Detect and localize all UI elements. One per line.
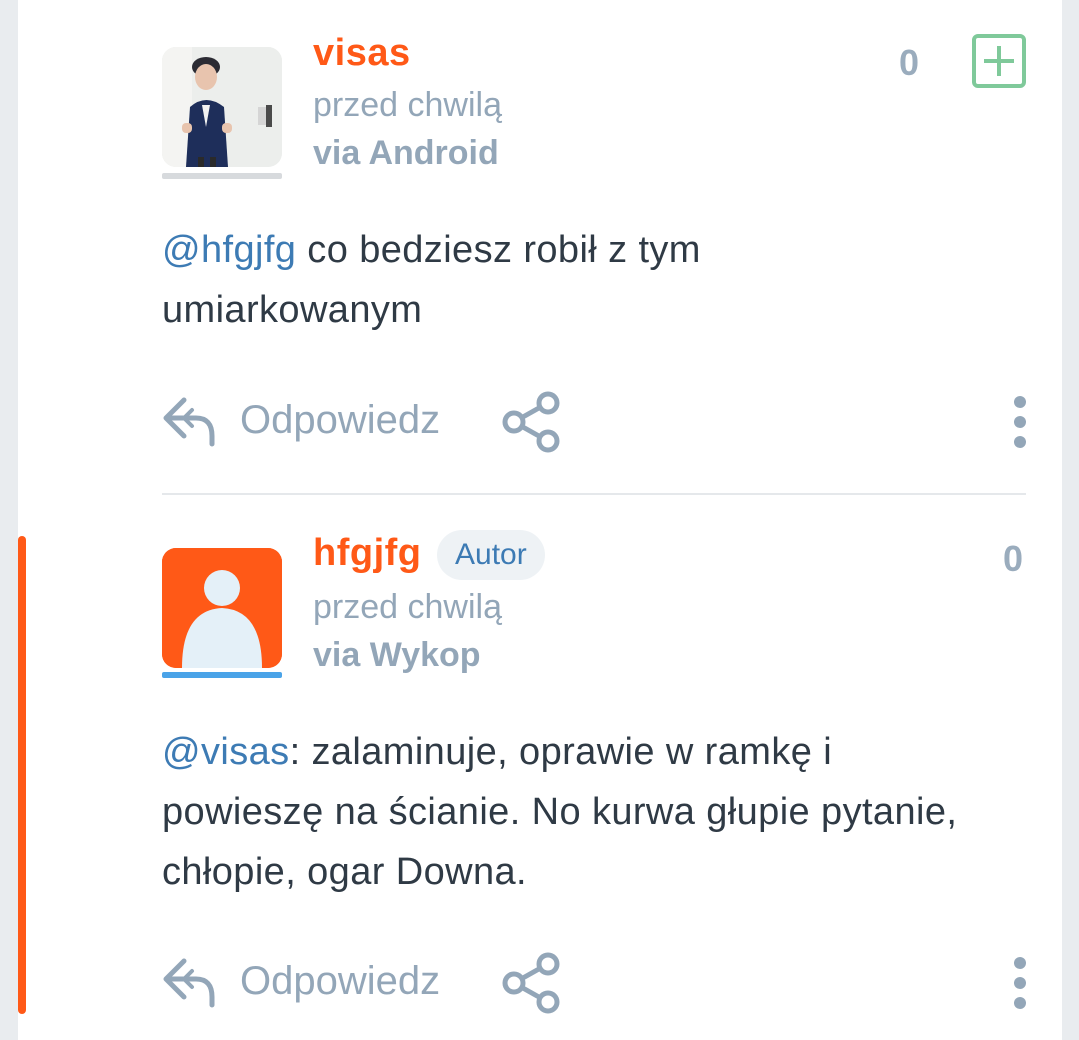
vote-score: 0 [1003, 538, 1024, 579]
share-icon[interactable] [500, 951, 564, 1015]
vertical-dots-icon[interactable] [1007, 392, 1033, 452]
author-thread-indicator [18, 536, 26, 1014]
comment-actions: Odpowiedz [162, 949, 1026, 1019]
reply-arrow-icon[interactable] [162, 392, 218, 448]
avatar-status-bar [162, 672, 282, 678]
reply-arrow-icon[interactable] [162, 953, 218, 1009]
default-avatar-icon [162, 548, 282, 668]
comment-item: visas przed chwilą via Android 0 @hfgjfg… [162, 0, 1026, 494]
comment-actions: Odpowiedz [162, 388, 1026, 458]
reply-button[interactable]: Odpowiedz [240, 959, 440, 1004]
comment-time[interactable]: przed chwilą [313, 588, 502, 627]
vote-score: 0 [899, 42, 920, 83]
upvote-button[interactable] [972, 34, 1026, 88]
reply-button[interactable]: Odpowiedz [240, 398, 440, 443]
mention-link[interactable]: @visas [162, 731, 290, 773]
share-icon[interactable] [500, 390, 564, 454]
avatar-status-bar [162, 173, 282, 179]
comment-divider [162, 493, 1026, 495]
mention-link[interactable]: @hfgjfg [162, 229, 296, 271]
avatar[interactable] [162, 548, 282, 668]
author-badge: Autor [437, 530, 545, 580]
user-photo-avatar [162, 47, 282, 167]
comment-item: hfgjfg Autor przed chwilą via Wykop 0 @v… [162, 496, 1026, 1040]
comment-time[interactable]: przed chwilą [313, 86, 502, 125]
comment-source: via Android [313, 134, 499, 172]
username[interactable]: hfgjfg [313, 532, 422, 575]
comment-source: via Wykop [313, 636, 481, 674]
username[interactable]: visas [313, 32, 411, 75]
comment-body: @hfgjfg co bedziesz robił z tym umiarkow… [162, 220, 962, 340]
vertical-dots-icon[interactable] [1007, 953, 1033, 1013]
comment-body: @visas: zalaminuje, oprawie w ramkę i po… [162, 722, 962, 902]
plus-square-icon [984, 46, 1014, 76]
avatar[interactable] [162, 47, 282, 167]
